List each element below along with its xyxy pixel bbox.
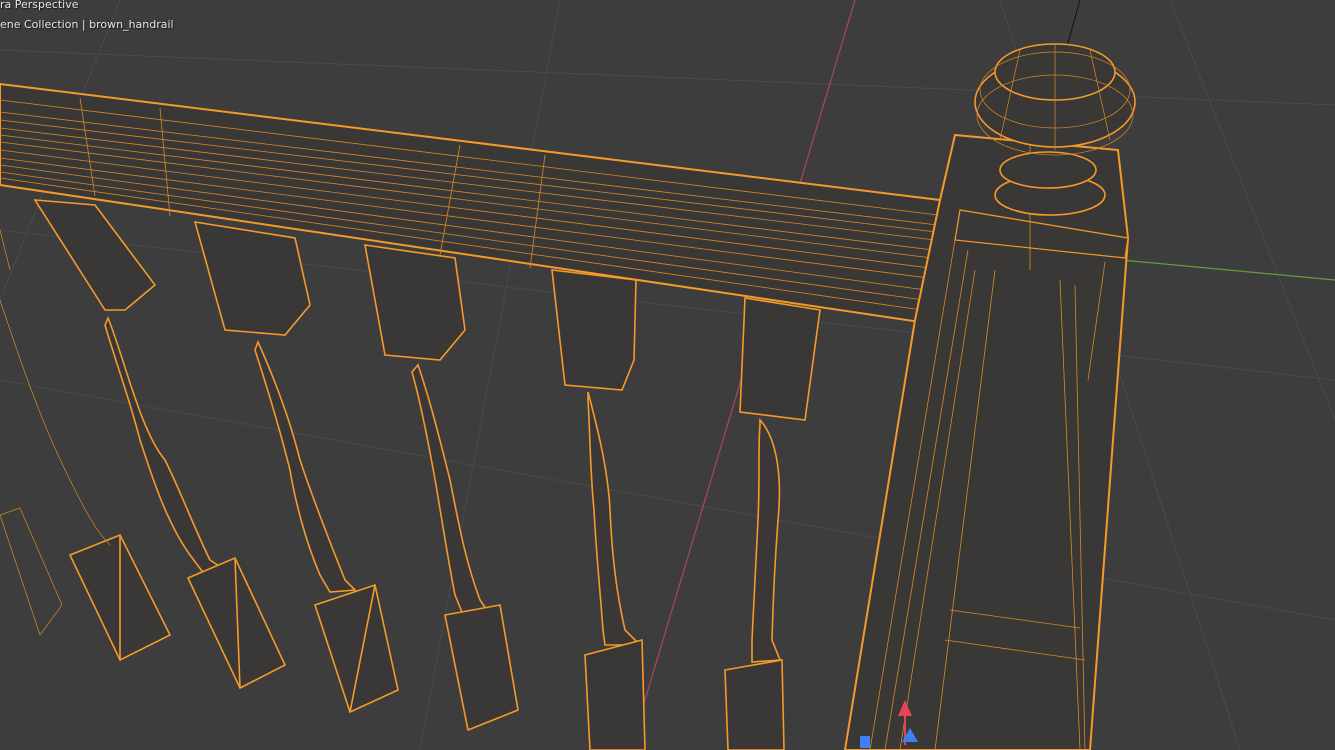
- newel-post[interactable]: [843, 43, 1136, 750]
- camera-line: [1065, 0, 1081, 51]
- view-name-label: ra Perspective: [0, 0, 79, 11]
- 3d-viewport[interactable]: ra Perspective ene Collection | brown_ha…: [0, 0, 1335, 750]
- collection-label: ene Collection | brown_handrail: [0, 18, 174, 31]
- baluster-4[interactable]: [444, 269, 646, 750]
- y-axis-line: [1099, 257, 1335, 281]
- scene-canvas[interactable]: [0, 0, 1335, 750]
- baluster-5[interactable]: [724, 297, 821, 750]
